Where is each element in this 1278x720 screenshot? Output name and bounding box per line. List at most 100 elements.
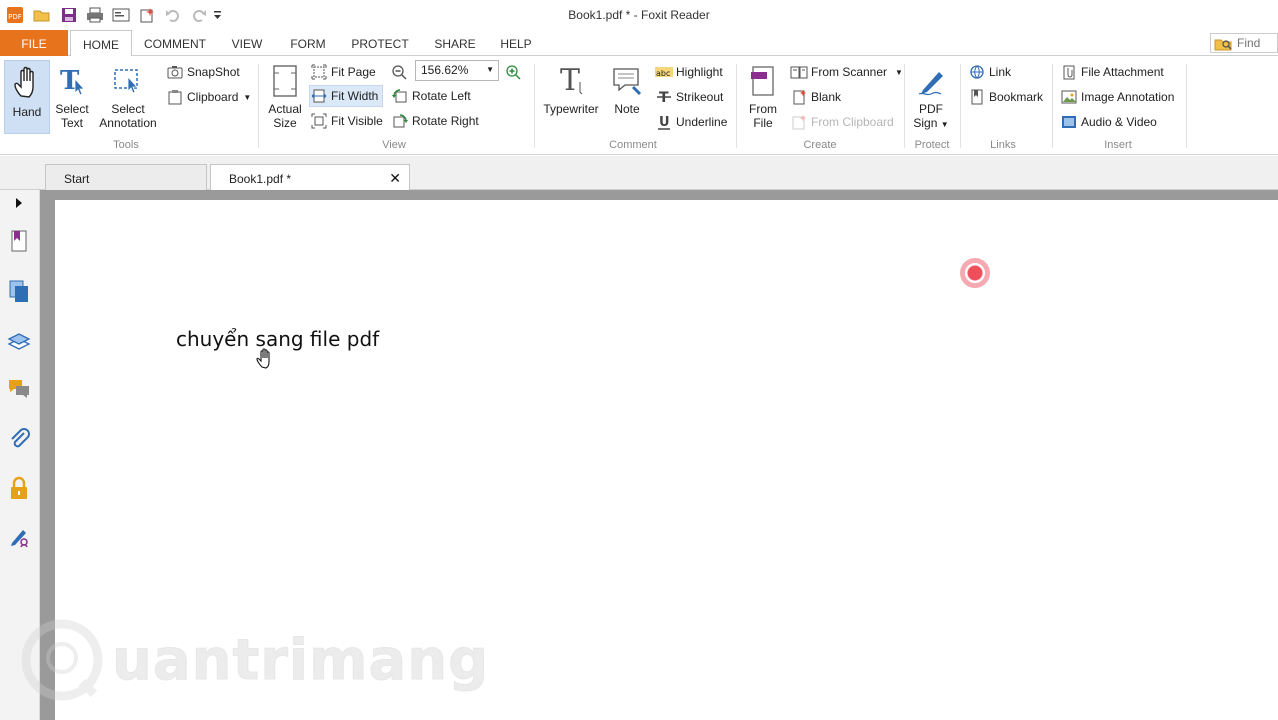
rotate-left-icon bbox=[391, 87, 409, 105]
hand-label: Hand bbox=[12, 105, 42, 119]
view-group-label: View bbox=[382, 139, 406, 151]
find-icon[interactable] bbox=[1214, 36, 1232, 54]
select-annotation-label-2: Annotation bbox=[99, 116, 157, 130]
typewriter-icon: T bbox=[540, 60, 602, 102]
select-text-label-1: Select bbox=[55, 102, 89, 116]
zoom-dropdown-icon[interactable]: ▼ bbox=[486, 65, 494, 74]
separator bbox=[736, 64, 737, 148]
bookmark-panel-icon[interactable] bbox=[6, 228, 32, 254]
tab-view[interactable]: VIEW bbox=[222, 30, 272, 56]
fit-page-label: Fit Page bbox=[331, 65, 376, 79]
pdf-sign-dropdown-icon[interactable]: ▼ bbox=[941, 120, 949, 129]
actual-size-button[interactable]: Actual Size bbox=[264, 60, 306, 130]
clipboard-button[interactable]: Clipboard ▼ bbox=[166, 86, 251, 108]
highlight-label: Highlight bbox=[676, 65, 723, 79]
file-attachment-button[interactable]: File Attachment bbox=[1060, 61, 1164, 83]
zoom-level-select[interactable]: 156.62% ▼ bbox=[415, 60, 499, 81]
audio-video-label: Audio & Video bbox=[1081, 115, 1157, 129]
typewriter-button[interactable]: T Typewriter bbox=[540, 60, 602, 116]
tab-comment[interactable]: COMMENT bbox=[136, 30, 214, 56]
film-icon bbox=[1060, 113, 1078, 131]
attachments-panel-icon[interactable] bbox=[6, 426, 32, 452]
file-attachment-icon bbox=[1060, 63, 1078, 81]
clipboard-dropdown-icon[interactable]: ▼ bbox=[243, 93, 251, 102]
actual-size-label-1: Actual bbox=[268, 102, 302, 116]
protect-group-label: Protect bbox=[914, 139, 950, 151]
fit-page-button[interactable]: Fit Page bbox=[310, 61, 376, 83]
tab-book1[interactable]: Book1.pdf * ✕ bbox=[210, 164, 410, 190]
from-file-button[interactable]: From File bbox=[742, 60, 784, 130]
fit-width-button[interactable]: Fit Width bbox=[309, 85, 384, 107]
comment-group-label: Comment bbox=[609, 139, 657, 151]
scanner-icon bbox=[790, 63, 808, 81]
link-button[interactable]: Link bbox=[968, 61, 1011, 83]
blank-button[interactable]: Blank bbox=[790, 86, 841, 108]
fit-visible-label: Fit Visible bbox=[331, 114, 383, 128]
fit-visible-button[interactable]: Fit Visible bbox=[310, 110, 383, 132]
select-annotation-button[interactable]: Select Annotation bbox=[96, 60, 160, 130]
strikeout-button[interactable]: T Strikeout bbox=[655, 86, 723, 108]
audio-video-button[interactable]: Audio & Video bbox=[1060, 111, 1157, 133]
tab-file[interactable]: FILE bbox=[0, 30, 68, 56]
underline-button[interactable]: U Underline bbox=[655, 111, 727, 133]
tab-protect[interactable]: PROTECT bbox=[344, 30, 416, 56]
svg-text:T: T bbox=[560, 64, 580, 98]
close-tab-icon[interactable]: ✕ bbox=[389, 170, 401, 187]
zoom-level-value: 156.62% bbox=[421, 63, 469, 77]
rotate-left-button[interactable]: Rotate Left bbox=[391, 85, 471, 107]
pdf-sign-button[interactable]: PDF Sign ▼ bbox=[910, 60, 952, 132]
separator bbox=[960, 64, 961, 148]
image-annotation-button[interactable]: Image Annotation bbox=[1060, 86, 1174, 108]
bookmark-icon bbox=[968, 88, 986, 106]
clipboard-label: Clipboard bbox=[187, 90, 239, 104]
select-text-label-2: Text bbox=[60, 116, 83, 130]
zoom-out-button[interactable] bbox=[390, 61, 411, 83]
actual-size-icon bbox=[264, 60, 306, 102]
camera-icon bbox=[166, 63, 184, 81]
pdf-sign-label-1: PDF bbox=[919, 102, 943, 116]
fit-width-icon bbox=[310, 87, 328, 105]
insert-group-label: Insert bbox=[1104, 139, 1132, 151]
tab-home[interactable]: HOME bbox=[70, 30, 132, 57]
select-text-icon: T bbox=[52, 60, 92, 102]
from-file-label-1: From bbox=[749, 102, 777, 116]
file-attachment-label: File Attachment bbox=[1081, 65, 1164, 79]
hand-icon bbox=[5, 61, 49, 103]
document-text: chuyển sang file pdf bbox=[176, 327, 380, 351]
from-scanner-label: From Scanner bbox=[811, 65, 888, 79]
title-bar: PDF Book1.pdf * - Foxit Reader bbox=[0, 0, 1278, 30]
expand-panel-icon[interactable] bbox=[6, 192, 32, 214]
signature-panel-icon[interactable] bbox=[6, 524, 32, 550]
link-globe-icon bbox=[968, 63, 986, 81]
window-title: Book1.pdf * - Foxit Reader bbox=[568, 8, 710, 22]
select-text-button[interactable]: T Select Text bbox=[52, 60, 92, 130]
fit-width-label: Fit Width bbox=[331, 89, 379, 103]
from-clipboard-button[interactable]: From Clipboard bbox=[790, 111, 894, 133]
comments-panel-icon[interactable] bbox=[6, 376, 32, 402]
layers-panel-icon[interactable] bbox=[6, 328, 32, 354]
click-indicator-icon bbox=[960, 258, 990, 288]
tab-share[interactable]: SHARE bbox=[426, 30, 484, 56]
bookmark-button[interactable]: Bookmark bbox=[968, 86, 1043, 108]
tab-help[interactable]: HELP bbox=[494, 30, 538, 56]
hand-button[interactable]: Hand bbox=[4, 60, 50, 134]
note-button[interactable]: Note bbox=[608, 60, 646, 116]
from-scanner-dropdown-icon[interactable]: ▼ bbox=[895, 68, 903, 77]
select-annotation-label-1: Select bbox=[111, 102, 145, 116]
from-scanner-button[interactable]: From Scanner ▼ bbox=[790, 61, 903, 83]
image-annotation-icon bbox=[1060, 88, 1078, 106]
find-input[interactable] bbox=[1235, 35, 1277, 51]
svg-text:U: U bbox=[659, 115, 670, 130]
highlight-button[interactable]: abc Highlight bbox=[655, 61, 723, 83]
tab-start[interactable]: Start bbox=[45, 164, 207, 190]
rotate-right-button[interactable]: Rotate Right bbox=[391, 110, 479, 132]
from-clipboard-icon bbox=[790, 113, 808, 131]
separator bbox=[1186, 64, 1187, 148]
note-label: Note bbox=[614, 102, 640, 116]
zoom-in-button[interactable] bbox=[504, 61, 525, 83]
pages-panel-icon[interactable] bbox=[6, 278, 32, 304]
snapshot-button[interactable]: SnapShot bbox=[166, 61, 240, 83]
watermark-text: uantrimang bbox=[111, 627, 490, 693]
security-lock-icon[interactable] bbox=[6, 475, 32, 501]
tab-form[interactable]: FORM bbox=[282, 30, 334, 56]
